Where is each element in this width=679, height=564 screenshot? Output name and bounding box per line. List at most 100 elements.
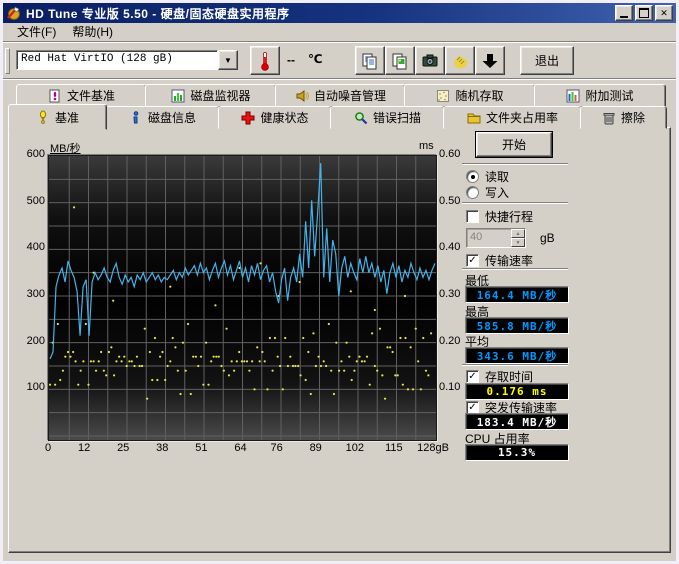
separator (462, 163, 568, 165)
min-value-display: 164.4 MB/秒 (465, 286, 569, 303)
y-axis-tick: 400 (18, 241, 45, 253)
exclamation-icon (36, 110, 50, 124)
speaker-icon (295, 89, 309, 103)
temperature-unit: ℃ (308, 52, 323, 66)
tab-health[interactable]: 健康状态 (218, 106, 332, 129)
close-icon: ✕ (660, 8, 668, 19)
tab-disk-monitor[interactable]: 磁盘监视器 (145, 84, 277, 107)
checkbox-unchecked-icon (466, 210, 479, 223)
tab-aam[interactable]: 自动噪音管理 (275, 84, 406, 107)
radio-read-label: 读取 (485, 168, 509, 185)
y-axis-tick: 600 (18, 148, 45, 160)
x-axis-tick: 51 (181, 442, 221, 454)
short-stroke-size-spinner[interactable]: 40 ▲ ▼ (466, 228, 526, 248)
minimize-icon (620, 13, 628, 18)
right-axis-unit: ms (419, 140, 434, 152)
x-axis-tick: 76 (257, 442, 297, 454)
tab-label: 附加测试 (585, 87, 633, 104)
radio-read[interactable]: 读取 (466, 168, 509, 185)
health-cross-icon (241, 111, 255, 125)
x-axis-tick: 128gB (413, 442, 453, 454)
tab-label: 错误扫描 (373, 109, 421, 126)
window-title: HD Tune 专业版 5.50 - 硬盘/固态硬盘实用程序 (26, 5, 613, 22)
minimize-button[interactable] (615, 5, 633, 21)
close-button[interactable]: ✕ (655, 5, 673, 21)
random-access-icon (436, 89, 450, 103)
tab-error-scan[interactable]: 错误扫描 (330, 106, 445, 129)
spinner-up-icon[interactable]: ▲ (511, 229, 525, 238)
start-button[interactable]: 开始 (476, 132, 552, 157)
short-stroke-label: 快捷行程 (485, 208, 533, 225)
radio-write-label: 写入 (485, 184, 509, 201)
spinner-value: 40 (467, 229, 511, 247)
copy-text-icon (361, 52, 379, 70)
y2-axis-tick: 0.50 (439, 195, 469, 207)
size-unit-label: gB (540, 231, 555, 245)
transfer-rate-label: 传输速率 (485, 252, 533, 269)
tab-label: 文件夹占用率 (486, 109, 558, 126)
spinner-down-icon[interactable]: ▼ (511, 238, 525, 247)
tab-random-access[interactable]: 随机存取 (404, 84, 536, 107)
extra-tests-icon (566, 89, 580, 103)
checkbox-checked-icon: ✓ (466, 370, 479, 383)
chevron-down-icon[interactable]: ▼ (218, 50, 238, 70)
tab-label: 文件基准 (67, 87, 115, 104)
y-axis-tick: 300 (18, 288, 45, 300)
menu-file[interactable]: 文件(F) (9, 22, 64, 42)
toolbar-grip (5, 48, 10, 74)
tab-label: 磁盘信息 (148, 109, 196, 126)
exit-label: 退出 (535, 52, 559, 69)
tab-extra-tests[interactable]: 附加测试 (534, 84, 666, 107)
x-axis-tick: 0 (28, 442, 68, 454)
tab-folder-usage[interactable]: 文件夹占用率 (443, 106, 582, 129)
screenshot-button[interactable] (415, 46, 445, 75)
folder-icon (467, 111, 481, 125)
avg-value-display: 343.6 MB/秒 (465, 347, 569, 364)
copy-text-button[interactable] (355, 46, 385, 75)
access-time-display: 0.176 ms (465, 383, 569, 400)
x-axis-tick: 115 (374, 442, 414, 454)
left-axis-unit: MB/秒 (50, 140, 81, 156)
exit-button[interactable]: 退出 (520, 46, 574, 75)
tab-label: 自动噪音管理 (314, 87, 386, 104)
tab-disk-info[interactable]: 磁盘信息 (105, 106, 220, 129)
maximize-button[interactable] (635, 5, 653, 21)
hdtune-window: HD Tune 专业版 5.50 - 硬盘/固态硬盘实用程序 ✕ 文件(F) 帮… (0, 0, 679, 564)
benchmark-chart (48, 155, 437, 441)
start-label: 开始 (502, 136, 526, 153)
y-axis-tick: 100 (18, 381, 45, 393)
separator (462, 268, 568, 270)
cpu-usage-display: 15.3% (465, 444, 569, 461)
checkbox-checked-icon: ✓ (466, 254, 479, 267)
file-benchmark-icon (48, 89, 62, 103)
burst-rate-display: 183.4 MB/秒 (465, 413, 569, 430)
menu-help[interactable]: 帮助(H) (64, 22, 121, 42)
drive-select-value: Red Hat VirtIO (128 gB) (16, 50, 218, 70)
thermometer-icon (259, 51, 271, 71)
separator (462, 202, 568, 204)
title-bar[interactable]: HD Tune 专业版 5.50 - 硬盘/固态硬盘实用程序 ✕ (3, 3, 676, 23)
drive-select[interactable]: Red Hat VirtIO (128 gB) ▼ (16, 50, 238, 70)
x-axis-tick: 12 (64, 442, 104, 454)
x-axis-tick: 102 (335, 442, 375, 454)
disk-monitor-icon (171, 89, 185, 103)
tab-label: 擦除 (621, 109, 645, 126)
maximize-icon (639, 8, 649, 18)
transfer-rate-checkbox[interactable]: ✓ 传输速率 (466, 252, 533, 269)
x-axis-tick: 64 (221, 442, 261, 454)
tab-benchmark[interactable]: 基准 (8, 104, 107, 130)
y2-axis-tick: 0.40 (439, 241, 469, 253)
x-axis-tick: 38 (142, 442, 182, 454)
separator (462, 364, 568, 366)
hand-icon (451, 52, 469, 70)
minimize-to-tray-button[interactable] (475, 46, 505, 75)
y-axis-tick: 200 (18, 335, 45, 347)
donate-button[interactable] (445, 46, 475, 75)
temperature-button[interactable] (250, 46, 280, 75)
tab-erase[interactable]: 擦除 (580, 106, 667, 129)
copy-image-icon (391, 52, 409, 70)
copy-image-button[interactable] (385, 46, 415, 75)
radio-read-icon (466, 170, 479, 183)
radio-write[interactable]: 写入 (466, 184, 509, 201)
short-stroke-checkbox[interactable]: 快捷行程 (466, 208, 533, 225)
